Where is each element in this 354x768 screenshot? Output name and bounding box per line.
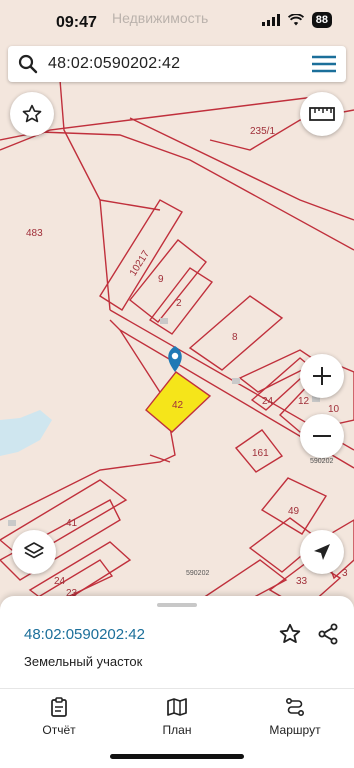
- share-icon[interactable]: [316, 622, 340, 651]
- star-icon[interactable]: [278, 622, 302, 651]
- report-clipboard-icon: [51, 697, 67, 717]
- bottom-tabs: Отчёт План Маршрут: [0, 692, 354, 742]
- tab-route[interactable]: Маршрут: [236, 692, 354, 742]
- parcel-label: 33: [296, 576, 308, 587]
- search-icon[interactable]: [8, 54, 48, 74]
- navigation-arrow-icon: [314, 544, 330, 560]
- sheet-drag-handle[interactable]: [157, 603, 197, 607]
- wifi-icon: [287, 14, 304, 26]
- layers-button[interactable]: [12, 530, 56, 574]
- favorite-map-button[interactable]: [10, 92, 54, 136]
- status-watermark: Недвижимость: [112, 10, 209, 26]
- signal-icon: [261, 14, 280, 26]
- status-icons: 88: [261, 12, 332, 28]
- tab-label: Отчёт: [42, 723, 76, 737]
- search-input[interactable]: 48:02:0590202:42: [48, 55, 302, 73]
- parcel-label: 24: [54, 576, 66, 587]
- parcel-info-sheet[interactable]: 48:02:0590202:42 Земельный участок Отчёт: [0, 596, 354, 768]
- parcel-label: 12: [298, 396, 310, 407]
- parcel-label: 42: [172, 400, 184, 411]
- tab-label: План: [162, 723, 192, 737]
- zoom-in-icon: [313, 367, 331, 385]
- quarter-label: 590202: [310, 458, 334, 465]
- status-time: 09:47: [56, 14, 97, 31]
- my-location-button[interactable]: [300, 530, 344, 574]
- ruler-icon: [309, 107, 335, 121]
- measure-button[interactable]: [300, 92, 344, 136]
- sheet-divider: [0, 688, 354, 689]
- object-type: Земельный участок: [24, 654, 143, 669]
- parcel-label: 483: [26, 228, 43, 239]
- parcel-label: 161: [252, 448, 269, 459]
- search-bar[interactable]: 48:02:0590202:42: [8, 46, 346, 82]
- route-icon: [285, 697, 305, 717]
- home-indicator[interactable]: [110, 754, 244, 759]
- parcel-label: 24: [262, 396, 274, 407]
- quarter-label: 590202: [186, 570, 210, 577]
- favorite-star-icon: [22, 104, 42, 123]
- parcel-label: 41: [66, 518, 78, 529]
- parcel-label: 3: [342, 568, 348, 579]
- map-canvas[interactable]: 235/1 483 10217 9 2 8 42 24 12 10 161 49…: [0, 0, 354, 610]
- water-body: [0, 410, 52, 456]
- cadastral-number[interactable]: 48:02:0590202:42: [24, 626, 145, 643]
- battery-icon: 88: [311, 12, 332, 28]
- parcel-label: 10: [328, 404, 340, 415]
- status-bar: 09:47 Недвижимость 88: [0, 0, 354, 46]
- parcel-label: 8: [232, 332, 238, 343]
- hamburger-menu-icon[interactable]: [302, 55, 346, 73]
- parcel-label: 9: [158, 274, 164, 285]
- tab-plan[interactable]: План: [118, 692, 236, 742]
- zoom-out-icon: [313, 435, 331, 437]
- parcel-label: 235/1: [250, 126, 276, 137]
- tab-report[interactable]: Отчёт: [0, 692, 118, 742]
- tab-label: Маршрут: [269, 723, 321, 737]
- zoom-out-button[interactable]: [300, 414, 344, 458]
- zoom-in-button[interactable]: [300, 354, 344, 398]
- parcel-label: 2: [176, 298, 182, 309]
- layers-icon: [24, 542, 44, 559]
- parcel-label: 49: [288, 506, 300, 517]
- map-plan-icon: [167, 698, 187, 716]
